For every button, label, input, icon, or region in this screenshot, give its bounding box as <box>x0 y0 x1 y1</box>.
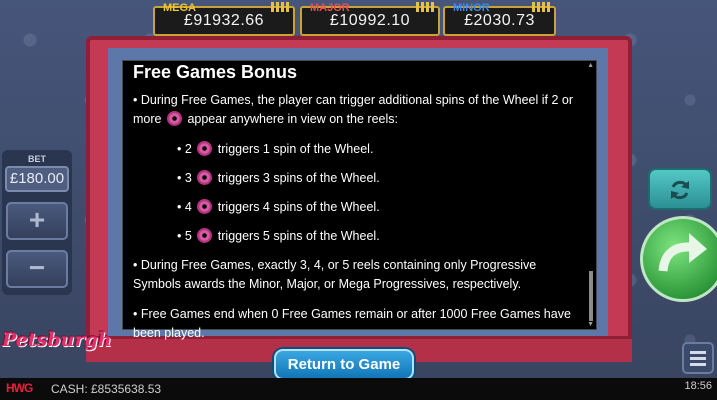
menu-icon-line <box>690 363 706 366</box>
donut-symbol-icon <box>197 199 213 214</box>
refresh-icon <box>671 180 689 200</box>
jackpot-minor-value: £2030.73 <box>464 12 535 29</box>
cash-balance: CASH: £8535638.53 <box>51 382 162 396</box>
progressive-rule: • During Free Games, exactly 3, 4, or 5 … <box>133 258 537 291</box>
game-logo: Petsburgh <box>2 329 112 351</box>
bet-increase-button[interactable]: + <box>6 202 68 240</box>
brand-logo: HWG <box>6 381 33 395</box>
trigger-count: • 4 <box>177 200 192 214</box>
jackpot-major: MAJOR £10992.10 <box>300 2 440 36</box>
trigger-item: • 5 triggers 5 spins of the Wheel. <box>177 227 580 246</box>
trigger-item: • 3 triggers 3 spins of the Wheel. <box>177 169 580 188</box>
free-games-end-rule: • Free Games end when 0 Free Games remai… <box>133 307 571 340</box>
modal-title: Free Games Bonus <box>133 62 298 82</box>
autoplay-button[interactable] <box>648 168 712 210</box>
intro-text-after: appear anywhere in view on the reels: <box>187 112 398 126</box>
donut-symbol-icon <box>166 111 182 126</box>
trigger-text: triggers 4 spins of the Wheel. <box>217 200 380 214</box>
return-to-game-button[interactable]: Return to Game <box>274 349 414 380</box>
jackpot-mega-bars <box>271 2 289 12</box>
trigger-item: • 4 triggers 4 spins of the Wheel. <box>177 198 580 217</box>
scrollbar-thumb[interactable] <box>589 271 593 321</box>
trigger-text: triggers 5 spins of the Wheel. <box>217 229 380 243</box>
jackpot-mega: MEGA £91932.66 <box>153 2 295 36</box>
bet-decrease-button[interactable]: − <box>6 250 68 288</box>
jackpot-mega-value: £91932.66 <box>183 12 265 29</box>
trigger-count: • 2 <box>177 142 192 156</box>
jackpot-major-bars <box>416 2 434 12</box>
bet-label: BET <box>28 154 46 164</box>
trigger-count: • 5 <box>177 229 192 243</box>
trigger-count: • 3 <box>177 171 192 185</box>
donut-symbol-icon <box>197 141 213 156</box>
spin-button[interactable] <box>640 216 717 302</box>
trigger-item: • 2 triggers 1 spin of the Wheel. <box>177 140 580 159</box>
bet-value: £180.00 <box>5 166 69 192</box>
jackpot-major-value: £10992.10 <box>329 12 411 29</box>
donut-symbol-icon <box>197 228 213 243</box>
donut-symbol-icon <box>197 170 213 185</box>
free-games-intro: • During Free Games, the player can trig… <box>133 91 580 129</box>
trigger-text: triggers 3 spins of the Wheel. <box>217 171 380 185</box>
modal-body: • During Free Games, the player can trig… <box>133 91 580 354</box>
trigger-text: triggers 1 spin of the Wheel. <box>217 142 374 156</box>
jackpot-minor: MINOR £2030.73 <box>443 2 556 36</box>
help-modal: Free Games Bonus • During Free Games, th… <box>122 60 597 340</box>
menu-icon-line <box>690 357 706 360</box>
scroll-up-arrow-icon[interactable]: ▲ <box>587 62 594 69</box>
status-bar: HWG CASH: £8535638.53 18:56 <box>0 378 717 400</box>
scroll-down-arrow-icon[interactable]: ▼ <box>587 321 594 328</box>
clock: 18:56 <box>684 380 712 392</box>
menu-icon-line <box>690 351 706 354</box>
spin-arrow-icon <box>658 233 707 272</box>
menu-button[interactable] <box>682 342 714 374</box>
jackpot-minor-bars <box>532 2 550 12</box>
